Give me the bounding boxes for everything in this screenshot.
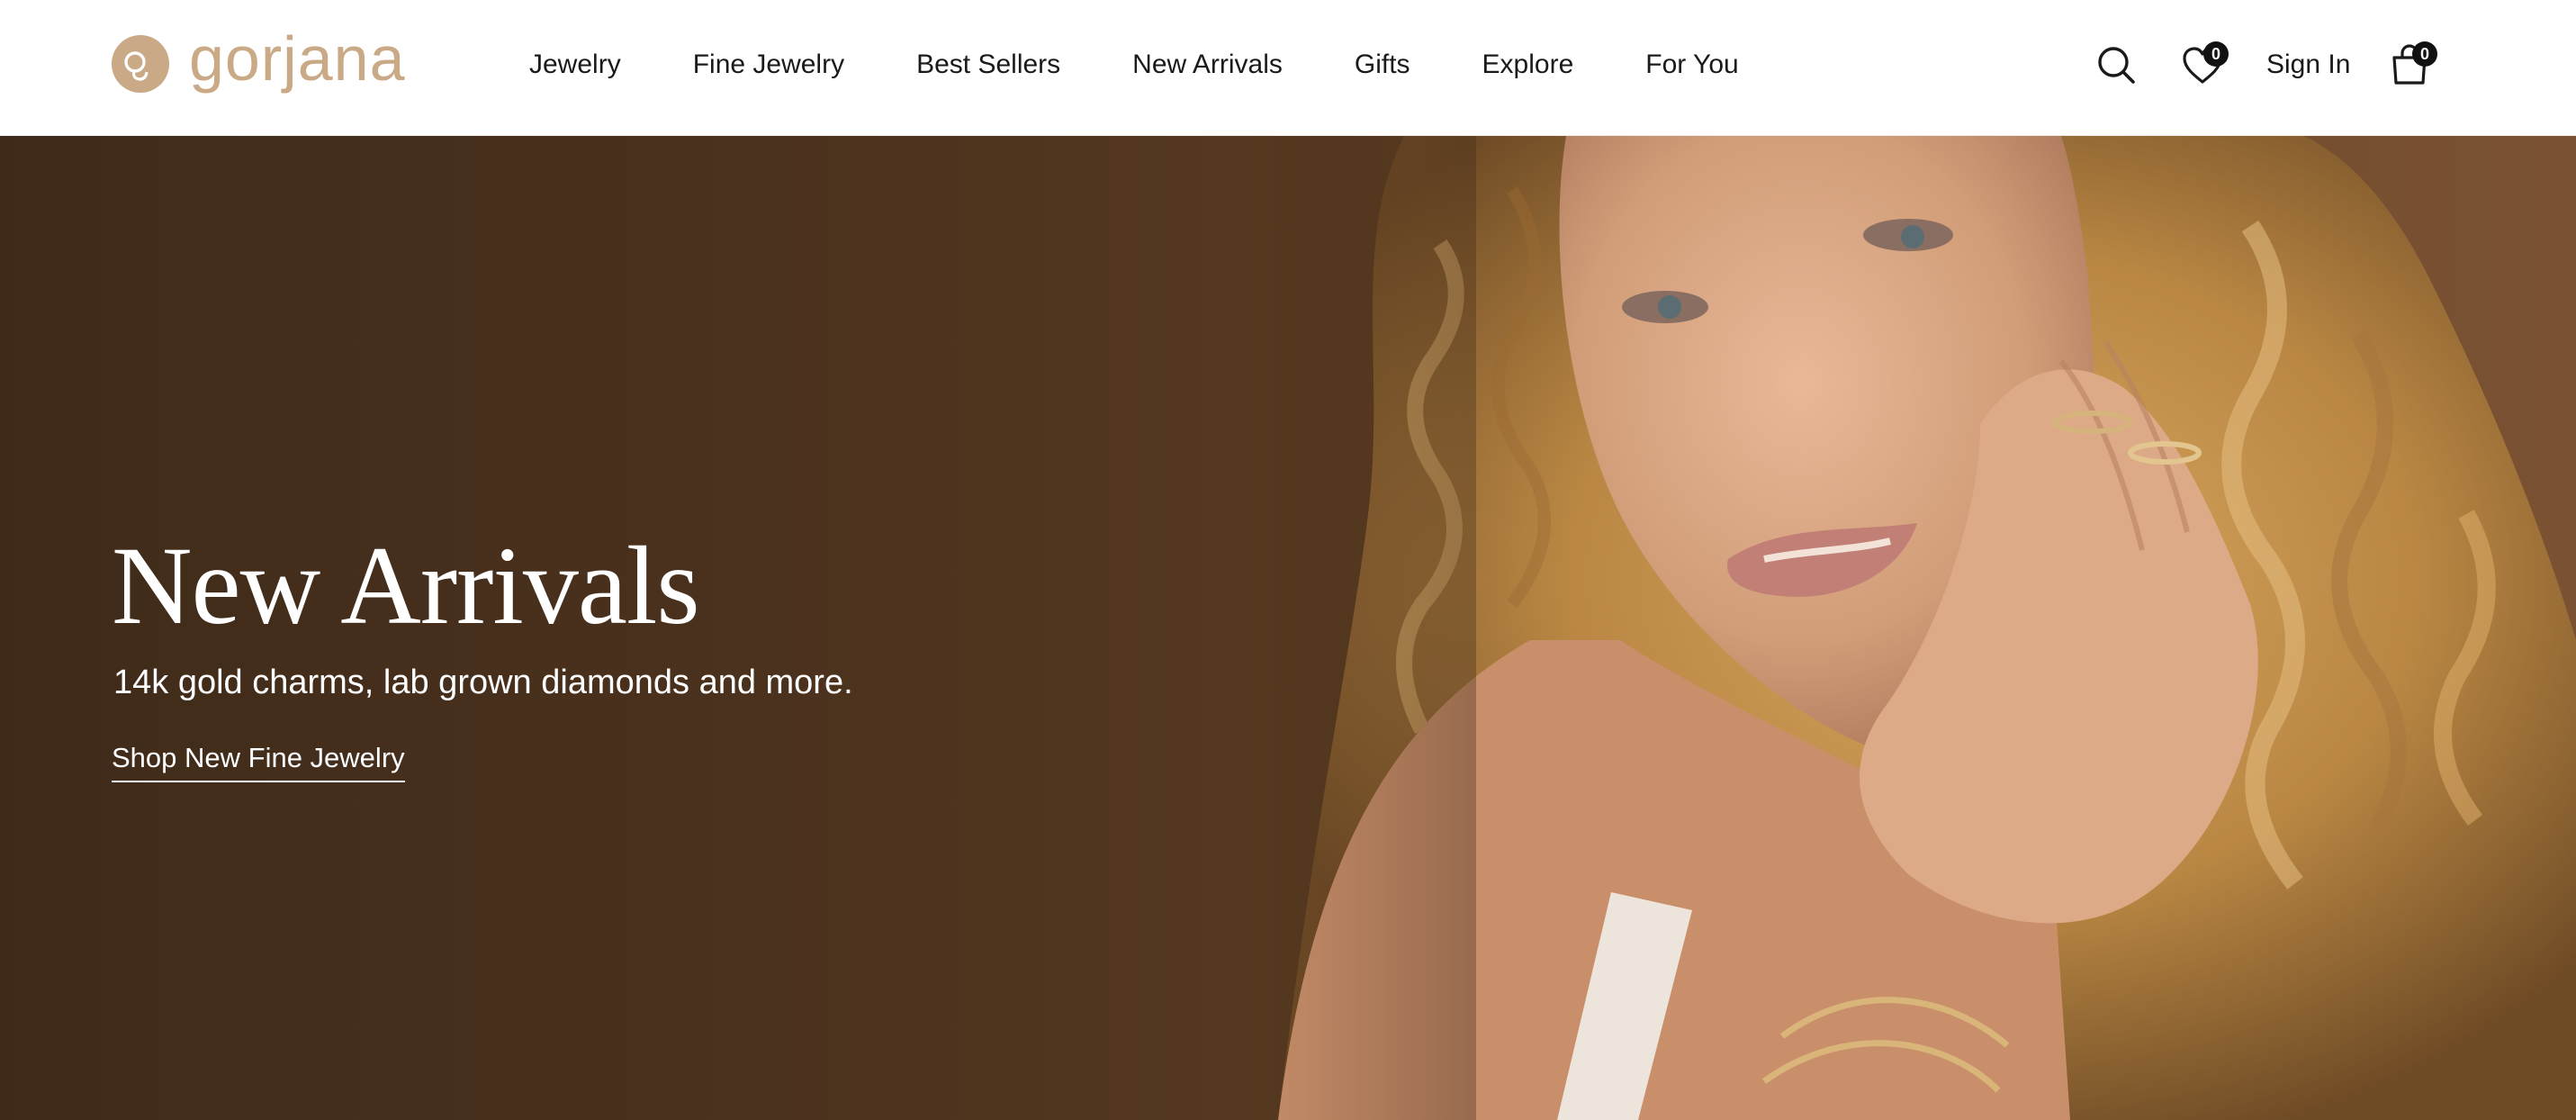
header-utilities: 0 Sign In 0 [0, 36, 2576, 94]
shop-new-fine-jewelry-link[interactable]: Shop New Fine Jewelry [112, 739, 405, 782]
wishlist-count-badge: 0 [2203, 41, 2229, 67]
shopping-bag-button[interactable]: 0 [2383, 36, 2437, 94]
hero-content: New Arrivals 14k gold charms, lab grown … [112, 523, 1102, 782]
search-button[interactable] [2094, 36, 2139, 94]
search-icon [2098, 47, 2135, 84]
bag-count-badge: 0 [2412, 41, 2437, 67]
hero-title: New Arrivals [112, 524, 700, 647]
hero-banner: New Arrivals 14k gold charms, lab grown … [0, 136, 2576, 1120]
hero-subtitle: 14k gold charms, lab grown diamonds and … [113, 664, 853, 701]
site-header: gorjana Jewelry Fine Jewelry Best Seller… [0, 0, 2576, 136]
sign-in-link[interactable]: Sign In [2266, 36, 2350, 94]
wishlist-button[interactable]: 0 [2176, 36, 2229, 94]
